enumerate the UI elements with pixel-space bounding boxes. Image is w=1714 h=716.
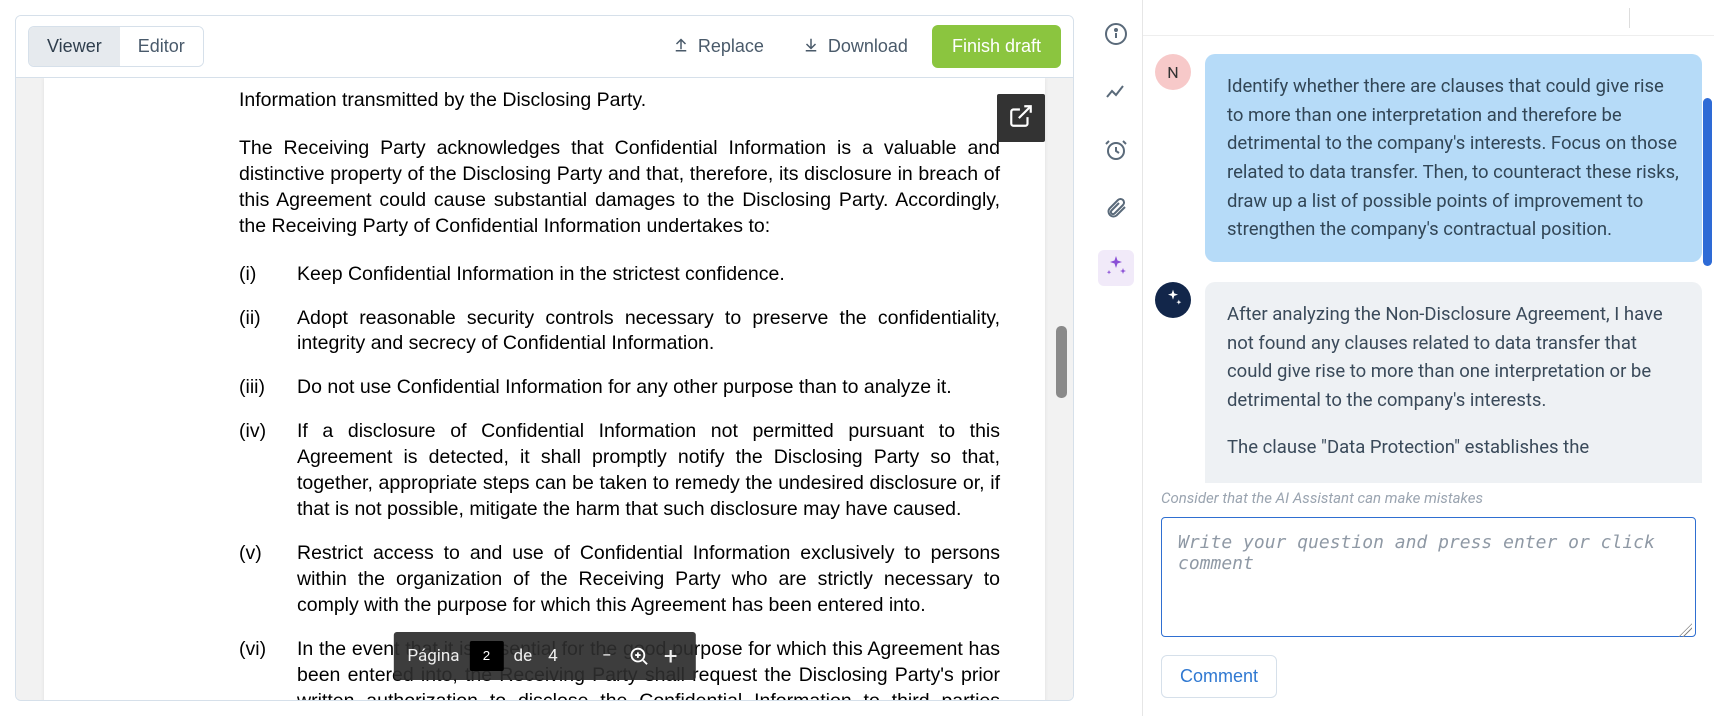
chat-messages[interactable]: N Identify whether there are clauses tha… [1143, 36, 1714, 483]
download-button[interactable]: Download [788, 27, 922, 66]
info-icon [1104, 22, 1128, 50]
rail-attachments[interactable] [1098, 192, 1134, 228]
user-message-row: N Identify whether there are clauses tha… [1155, 54, 1702, 262]
rail-ai-assistant[interactable] [1098, 250, 1134, 286]
external-link-icon [1008, 103, 1034, 133]
document-scrollbar[interactable] [1056, 326, 1067, 398]
pdf-viewer-bar: Página de 4 − + [393, 632, 695, 680]
popout-button[interactable] [997, 94, 1045, 142]
ai-chat-panel: N Identify whether there are clauses tha… [1143, 0, 1714, 716]
panel-header [1143, 0, 1714, 36]
chat-input[interactable] [1161, 517, 1696, 637]
list-item: (i) Keep Confidential Information in the… [239, 262, 1000, 288]
of-label: de [514, 646, 533, 666]
zoom-in-button[interactable]: + [660, 645, 682, 667]
view-mode-toggle: Viewer Editor [28, 26, 204, 67]
ai-para-1: After analyzing the Non-Disclosure Agree… [1227, 300, 1680, 415]
replace-label: Replace [698, 36, 764, 57]
chat-input-area: Consider that the AI Assistant can make … [1143, 483, 1714, 716]
list-item: (iii) Do not use Confidential Informatio… [239, 375, 1000, 401]
ai-disclaimer: Consider that the AI Assistant can make … [1161, 489, 1696, 507]
download-label: Download [828, 36, 908, 57]
user-avatar: N [1155, 54, 1191, 90]
editor-tab[interactable]: Editor [120, 27, 203, 66]
doc-intro-tail: Information transmitted by the Disclosin… [89, 88, 1000, 114]
ai-para-2: The clause "Data Protection" establishes… [1227, 433, 1680, 462]
ai-message-bubble: After analyzing the Non-Disclosure Agree… [1205, 282, 1702, 483]
finish-draft-button[interactable]: Finish draft [932, 25, 1061, 68]
list-text: Keep Confidential Information in the str… [297, 262, 1000, 288]
list-text: Adopt reasonable security controls neces… [297, 306, 1000, 358]
list-text: If a disclosure of Confidential Informat… [297, 419, 1000, 523]
ai-message-row: After analyzing the Non-Disclosure Agree… [1155, 282, 1702, 483]
zoom-icon[interactable] [628, 645, 650, 667]
list-item: (v) Restrict access to and use of Confid… [239, 541, 1000, 619]
paperclip-icon [1104, 196, 1128, 224]
header-divider [1629, 8, 1630, 28]
sparkle-icon [1163, 288, 1183, 312]
download-icon [802, 35, 820, 58]
comment-button[interactable]: Comment [1161, 655, 1277, 698]
page-label: Página [407, 646, 459, 666]
upload-icon [672, 35, 690, 58]
clock-icon [1104, 138, 1128, 166]
document-toolbar: Viewer Editor Replace Download Finish dr… [16, 16, 1073, 78]
chat-scrollbar[interactable] [1703, 98, 1712, 266]
user-message-bubble: Identify whether there are clauses that … [1205, 54, 1702, 262]
list-marker: (ii) [239, 306, 279, 358]
replace-button[interactable]: Replace [658, 27, 778, 66]
help-button[interactable] [1593, 7, 1615, 29]
list-text: Do not use Confidential Information for … [297, 375, 1000, 401]
clear-button[interactable] [1644, 7, 1666, 29]
document-page: Information transmitted by the Disclosin… [44, 78, 1045, 700]
export-button[interactable] [1680, 7, 1702, 29]
list-marker: (iv) [239, 419, 279, 523]
list-marker: (iii) [239, 375, 279, 401]
list-item: (ii) Adopt reasonable security controls … [239, 306, 1000, 358]
list-marker: (vi) [239, 637, 279, 700]
sparkle-icon [1104, 254, 1128, 282]
side-rail [1089, 0, 1143, 716]
viewer-tab[interactable]: Viewer [29, 27, 120, 66]
rail-reminders[interactable] [1098, 134, 1134, 170]
zoom-out-button[interactable]: − [596, 645, 618, 667]
chart-line-icon [1104, 80, 1128, 108]
rail-info[interactable] [1098, 18, 1134, 54]
rail-analytics[interactable] [1098, 76, 1134, 112]
list-text: Restrict access to and use of Confidenti… [297, 541, 1000, 619]
document-area: Information transmitted by the Disclosin… [16, 78, 1073, 700]
page-total: 4 [548, 646, 558, 666]
ai-avatar [1155, 282, 1191, 318]
doc-preamble: The Receiving Party acknowledges that Co… [89, 136, 1000, 240]
page-number-input[interactable] [470, 641, 504, 671]
list-item: (iv) If a disclosure of Confidential Inf… [239, 419, 1000, 523]
resize-handle-icon[interactable] [1678, 623, 1692, 637]
list-marker: (i) [239, 262, 279, 288]
list-marker: (v) [239, 541, 279, 619]
